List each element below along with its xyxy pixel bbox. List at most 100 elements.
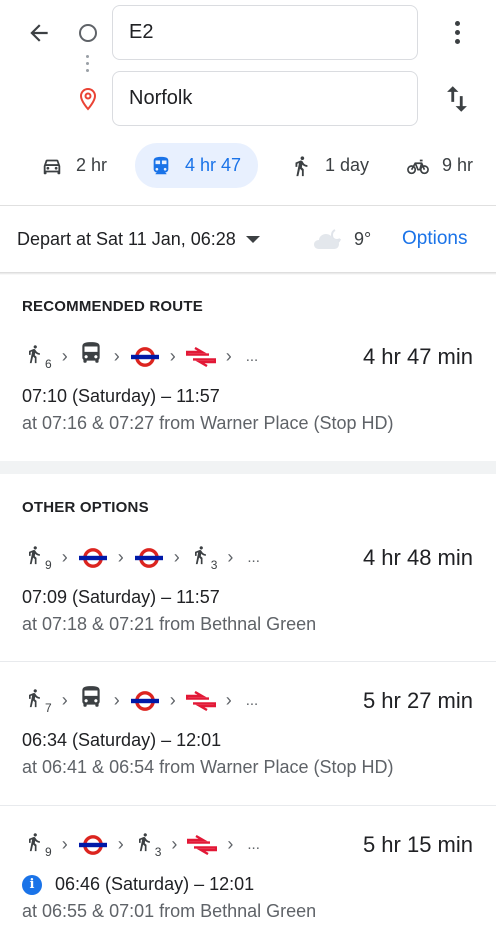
route-step	[130, 686, 160, 716]
bike-icon	[406, 154, 430, 178]
walk-icon	[289, 154, 313, 178]
route-step	[187, 830, 218, 860]
chevron-right-icon: ›	[169, 690, 176, 710]
walk-icon	[190, 542, 210, 573]
route-step	[78, 543, 108, 573]
route-departure-stop: at 06:41 & 06:54 from Warner Place (Stop…	[22, 757, 394, 777]
more-steps-ellipsis: ...	[247, 549, 260, 566]
walk-minutes: 3	[210, 558, 218, 572]
more-steps-ellipsis: ...	[247, 836, 260, 853]
more-steps-ellipsis: ...	[245, 692, 259, 709]
route-times: 07:09 (Saturday) – 11:57	[22, 587, 220, 608]
national-rail-icon	[185, 686, 216, 716]
chevron-right-icon: ›	[61, 834, 68, 854]
depart-time-dropdown[interactable]: Depart at Sat 11 Jan, 06:28	[17, 206, 260, 272]
tab-cycling[interactable]: 9 hr	[406, 143, 473, 188]
directions-header: E2 Norfolk	[0, 0, 496, 140]
chevron-right-icon: ›	[225, 690, 232, 710]
more-steps-ellipsis: ...	[245, 348, 259, 365]
destination-pin-icon	[76, 86, 100, 112]
route-steps: 9 › › 3 › ›...	[24, 830, 260, 860]
route-step: 9	[24, 543, 52, 573]
route-step	[134, 543, 164, 573]
bus-icon	[78, 339, 104, 372]
route-times: 07:10 (Saturday) – 11:57	[22, 386, 220, 407]
route-step: 9	[24, 830, 52, 860]
tab-walking[interactable]: 1 day	[289, 143, 369, 188]
divider	[0, 661, 496, 662]
route-departure-stop: at 07:18 & 07:21 from Bethnal Green	[22, 614, 317, 634]
walk-minutes: 7	[45, 701, 52, 715]
temperature-label: 9°	[354, 228, 372, 249]
chevron-right-icon: ›	[171, 834, 178, 854]
chevron-right-icon: ›	[61, 690, 68, 710]
depart-time-label: Depart at Sat 11 Jan, 06:28	[17, 228, 236, 249]
route-option[interactable]: 9 › › 3 › ›... 5 hr 15 min i 06:46 (Saturday) – …	[0, 830, 496, 938]
destination-input[interactable]: Norfolk	[112, 71, 418, 126]
swap-origin-destination-button[interactable]	[440, 82, 474, 116]
walk-minutes: 9	[45, 845, 52, 859]
route-step	[185, 686, 216, 716]
chevron-right-icon: ›	[173, 547, 180, 567]
train-icon	[149, 154, 173, 178]
route-step: 3	[134, 830, 162, 860]
route-time-range: 06:34 (Saturday) – 12:01	[22, 730, 222, 750]
tab-driving[interactable]: 2 hr	[40, 143, 107, 188]
route-step	[130, 342, 160, 372]
route-step	[78, 342, 104, 372]
chevron-right-icon: ›	[117, 547, 124, 567]
back-button[interactable]	[22, 16, 56, 50]
route-dots	[86, 55, 90, 77]
route-step	[78, 686, 104, 716]
national-rail-icon	[185, 342, 216, 372]
bus-icon	[78, 683, 104, 716]
national-rail-icon	[187, 830, 218, 860]
route-time-range: 06:46 (Saturday) – 12:01	[55, 874, 255, 894]
options-button[interactable]: Options	[402, 206, 467, 272]
chevron-right-icon: ›	[61, 547, 68, 567]
route-duration: 4 hr 48 min	[362, 545, 473, 570]
walk-minutes: 3	[154, 845, 162, 859]
chevron-right-icon: ›	[227, 547, 234, 567]
route-step: 6	[24, 342, 52, 372]
route-steps: 7 › › › ›...	[24, 686, 258, 716]
dropdown-arrow-icon	[245, 235, 260, 243]
route-duration: 4 hr 47 min	[362, 344, 473, 369]
route-times: i 06:46 (Saturday) – 12:01	[22, 874, 254, 895]
weather-indicator: 9°	[310, 206, 371, 272]
tab-transit-label: 4 hr 47	[185, 155, 242, 175]
route-duration: 5 hr 15 min	[362, 832, 473, 857]
walk-icon	[24, 542, 44, 573]
route-time-range: 07:10 (Saturday) – 11:57	[22, 386, 220, 406]
info-icon[interactable]: i	[22, 874, 42, 895]
car-icon	[40, 154, 64, 178]
route-duration: 5 hr 27 min	[362, 688, 473, 713]
route-option[interactable]: 6 › › › ›... 4 hr 47 min 07:10 (Saturday) – 11…	[0, 342, 496, 462]
route-steps: 6 › › › ›...	[24, 342, 258, 372]
tab-cycling-label: 9 hr	[442, 155, 474, 175]
chevron-right-icon: ›	[169, 346, 176, 366]
underground-icon	[78, 830, 108, 860]
route-step	[185, 342, 216, 372]
more-options-button[interactable]	[444, 14, 470, 50]
underground-icon	[78, 543, 108, 573]
origin-circle-icon	[79, 24, 97, 42]
tab-driving-label: 2 hr	[76, 155, 108, 175]
chevron-right-icon: ›	[113, 690, 120, 710]
walk-minutes: 6	[45, 357, 52, 371]
underground-icon	[130, 686, 160, 716]
route-departure-stop: at 07:16 & 07:27 from Warner Place (Stop…	[22, 413, 394, 433]
origin-input[interactable]: E2	[112, 5, 418, 60]
chevron-right-icon: ›	[225, 346, 232, 366]
walk-icon	[24, 685, 44, 716]
chevron-right-icon: ›	[61, 346, 68, 366]
route-option[interactable]: 9 › › › 3 ›... 4 hr 48 min 07:09 (Saturday) – 1…	[0, 543, 496, 663]
tab-transit[interactable]: 4 hr 47	[135, 143, 258, 188]
chevron-right-icon: ›	[227, 834, 234, 854]
walk-icon	[24, 341, 44, 372]
route-step	[78, 830, 108, 860]
route-option[interactable]: 7 › › › ›... 5 hr 27 min 06:34 (Saturday) – 12…	[0, 686, 496, 806]
walk-minutes: 9	[45, 558, 52, 572]
chevron-right-icon: ›	[117, 834, 124, 854]
travel-mode-tabs: 2 hr 4 hr 47 1 day 9 hr	[0, 143, 496, 189]
